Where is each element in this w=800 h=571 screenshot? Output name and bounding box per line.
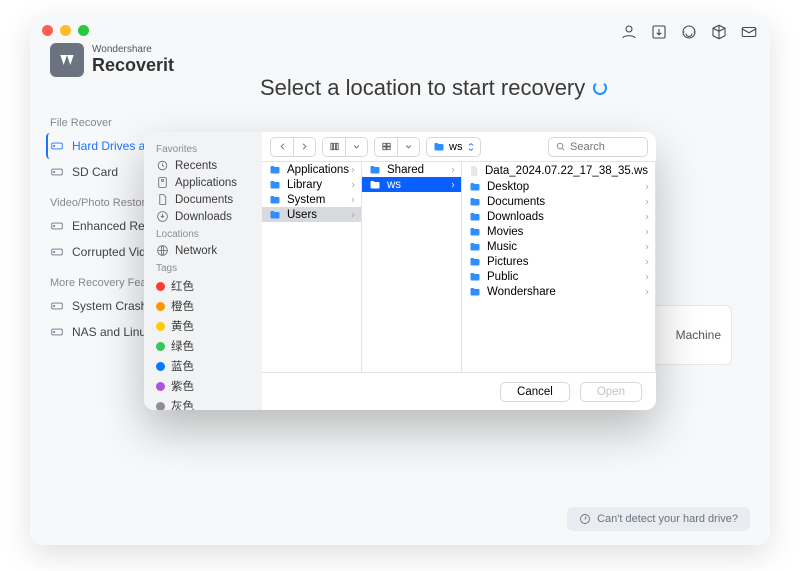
file-entry[interactable]: Data_2024.07.22_17_38_35.ws [462,162,655,179]
tag-灰色[interactable]: 灰色 [144,396,262,410]
folder-entry[interactable]: ws [362,177,461,192]
location-popup[interactable]: ws [426,137,481,157]
sidebar-item-label: NAS and Linux [72,325,152,339]
dialog-sidebar: Favorites RecentsApplicationsDocumentsDo… [144,132,262,410]
fullscreen-window-button[interactable] [78,25,89,36]
locations-header: Locations [144,225,262,242]
favorites-downloads[interactable]: Downloads [144,208,262,225]
account-icon[interactable] [620,23,638,46]
folder-entry[interactable]: Shared [362,162,461,177]
drive-icon [50,219,64,233]
favorites-header: Favorites [144,140,262,157]
view-dropdown-button[interactable] [345,138,367,156]
folder-entry[interactable]: Users [262,207,361,222]
import-icon[interactable] [650,23,668,46]
nav-back-forward [270,137,316,157]
sidebar-item-label: SD Card [72,165,118,179]
column-browser: ApplicationsLibrarySystemUsers Sharedws … [262,162,656,372]
brand: Wondershare Recoverit [50,43,174,77]
folder-entry[interactable]: Documents [462,194,655,209]
column-2: Sharedws [362,162,462,372]
dialog-toolbar: ws [262,132,656,162]
close-window-button[interactable] [42,25,53,36]
folder-entry[interactable]: Music [462,239,655,254]
search-box[interactable] [548,137,648,157]
open-button[interactable]: Open [580,382,642,402]
tag-蓝色[interactable]: 蓝色 [144,356,262,376]
cancel-button[interactable]: Cancel [500,382,570,402]
group-button[interactable] [375,138,397,156]
nav-back-button[interactable] [271,138,293,156]
folder-entry[interactable]: Library [262,177,361,192]
tag-dot-icon [156,342,165,351]
brand-logo-icon [50,43,84,77]
sidebar-item-label: Corrupted Vide [72,245,153,259]
sidebar-section-file-recover: File Recover [50,117,206,129]
tag-红色[interactable]: 红色 [144,276,262,296]
tag-dot-icon [156,382,165,391]
favorites-applications[interactable]: Applications [144,174,262,191]
folder-entry[interactable]: Applications [262,162,361,177]
favorites-network[interactable]: Network [144,242,262,259]
drive-icon [50,165,64,179]
tags-header: Tags [144,259,262,276]
favorites-documents[interactable]: Documents [144,191,262,208]
folder-entry[interactable]: Desktop [462,179,655,194]
minimize-window-button[interactable] [60,25,71,36]
drive-icon [50,139,64,153]
column-1: ApplicationsLibrarySystemUsers [262,162,362,372]
folder-entry[interactable]: Pictures [462,254,655,269]
tag-dot-icon [156,282,165,291]
folder-entry[interactable]: Wondershare [462,284,655,299]
folder-entry[interactable]: System [262,192,361,207]
tag-橙色[interactable]: 橙色 [144,296,262,316]
cube-icon[interactable] [710,23,728,46]
nav-forward-button[interactable] [293,138,315,156]
column-3: Data_2024.07.22_17_38_35.wsDesktopDocume… [462,162,656,372]
search-input[interactable] [570,141,640,153]
tag-dot-icon [156,402,165,411]
tag-绿色[interactable]: 绿色 [144,336,262,356]
page-title: Select a location to start recovery [260,75,607,101]
traffic-lights [42,25,89,36]
drive-icon [50,299,64,313]
tag-dot-icon [156,302,165,311]
favorites-recents[interactable]: Recents [144,157,262,174]
tag-dot-icon [156,362,165,371]
folder-entry[interactable]: Downloads [462,209,655,224]
view-columns-button[interactable] [323,138,345,156]
folder-entry[interactable]: Public [462,269,655,284]
folder-entry[interactable]: Movies [462,224,655,239]
detect-drive-help[interactable]: Can't detect your hard drive? [567,507,750,531]
drive-icon [50,325,64,339]
brand-name: Recoverit [92,56,174,75]
group-dropdown-button[interactable] [397,138,419,156]
group-segment [374,137,420,157]
tag-紫色[interactable]: 紫色 [144,376,262,396]
search-icon [555,141,566,152]
support-icon[interactable] [680,23,698,46]
file-open-dialog: Favorites RecentsApplicationsDocumentsDo… [144,132,656,410]
drive-icon [50,245,64,259]
view-mode-segment [322,137,368,157]
mail-icon[interactable] [740,23,758,46]
dialog-footer: Cancel Open [262,372,656,410]
tag-dot-icon [156,322,165,331]
loading-spinner-icon [593,81,607,95]
tag-黄色[interactable]: 黄色 [144,316,262,336]
